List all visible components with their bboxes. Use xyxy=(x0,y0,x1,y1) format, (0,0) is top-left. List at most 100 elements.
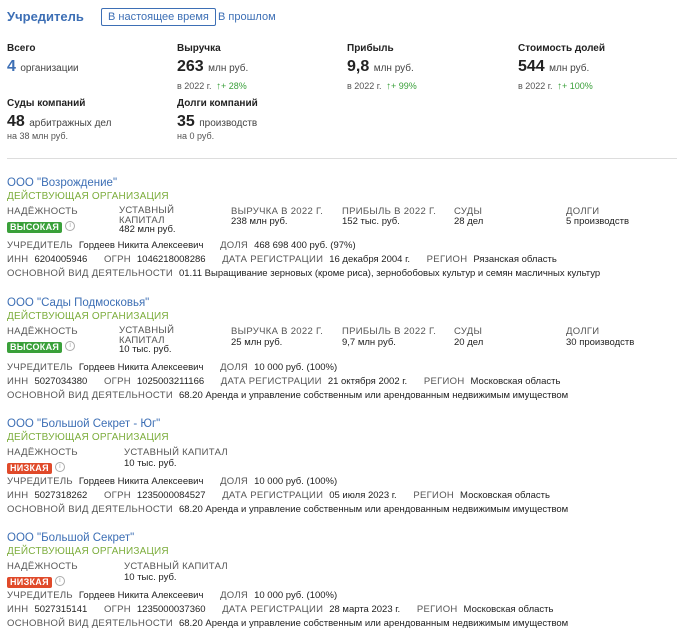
activity-label: ОСНОВНОЙ ВИД ДЕЯТЕЛЬНОСТИ xyxy=(7,268,173,279)
stat-courts: Суды компаний 48 арбитражных дел на 38 м… xyxy=(7,98,111,141)
capital-value: 10 тыс. руб. xyxy=(124,458,177,469)
profit-label: ПРИБЫЛЬ В 2022 Г. xyxy=(342,326,437,337)
stat-courts-label: Суды компаний xyxy=(7,98,86,109)
activity-label: ОСНОВНОЙ ВИД ДЕЯТЕЛЬНОСТИ xyxy=(7,390,173,401)
founder-value[interactable]: Гордеев Никита Алексеевич xyxy=(79,590,204,601)
stat-shares: Стоимость долей 544 млн руб. в 2022 г. ↑… xyxy=(518,43,605,94)
regdate-label: ДАТА РЕГИСТРАЦИИ xyxy=(220,376,322,387)
regdate-value: 28 марта 2023 г. xyxy=(329,604,401,615)
info-icon[interactable]: i xyxy=(54,461,65,472)
stat-debts: Долги компаний 35 производств на 0 руб. xyxy=(177,98,258,141)
stat-total-label: Всего xyxy=(7,43,36,54)
reliability-badge-wrap: ВЫСОКАЯ i xyxy=(7,217,76,235)
capital-value: 10 тыс. руб. xyxy=(124,572,177,583)
capital-label: УСТАВНЫЙ КАПИТАЛ xyxy=(124,561,228,572)
stat-shares-unit: млн руб. xyxy=(549,63,590,74)
courts-value[interactable]: 20 дел xyxy=(454,337,483,348)
activity-value: 68.20 Аренда и управление собственным ил… xyxy=(178,618,569,629)
capital-label: УСТАВНЫЙ КАПИТАЛ xyxy=(119,325,175,346)
reliability-badge: ВЫСОКАЯ xyxy=(7,222,63,233)
tab-current[interactable]: В настоящее время xyxy=(101,8,216,26)
capital-value: 10 тыс. руб. xyxy=(119,344,172,355)
debts-value[interactable]: 30 производств xyxy=(566,337,634,348)
inn-label: ИНН xyxy=(7,254,29,265)
stat-shares-growth: + 100% xyxy=(561,81,593,91)
company-name-link[interactable]: ООО "Возрождение" xyxy=(7,177,117,189)
inn-label: ИНН xyxy=(7,490,29,501)
revenue-label: ВЫРУЧКА В 2022 Г. xyxy=(231,326,324,337)
ogrn-label: ОГРН xyxy=(103,490,131,501)
region-label: РЕГИОН xyxy=(413,490,455,501)
company-status: ДЕЙСТВУЮЩАЯ ОРГАНИЗАЦИЯ xyxy=(7,191,169,202)
founder-value[interactable]: Гордеев Никита Алексеевич xyxy=(79,476,204,487)
activity-value: 68.20 Аренда и управление собственным ил… xyxy=(178,390,569,401)
capital-label: УСТАВНЫЙ КАПИТАЛ xyxy=(119,205,175,226)
stat-debts-unit: производств xyxy=(199,118,258,129)
stat-courts-unit: арбитражных дел xyxy=(29,118,112,129)
ids-row: ИНН 5027315141 ОГРН 1235000037360 ДАТА РЕГ… xyxy=(7,604,567,615)
info-icon[interactable]: i xyxy=(54,575,65,586)
reliability-label: НАДЁЖНОСТЬ xyxy=(7,206,78,217)
inn-label: ИНН xyxy=(7,376,29,387)
debts-value[interactable]: 5 производств xyxy=(566,216,629,227)
share-label: ДОЛЯ xyxy=(220,362,249,373)
founder-value[interactable]: Гордеев Никита Алексеевич xyxy=(79,362,204,373)
info-icon[interactable]: i xyxy=(65,340,76,351)
inn-value: 5027034380 xyxy=(34,376,88,387)
stat-profit-value: 9,8 xyxy=(347,58,370,75)
reliability-badge-wrap: НИЗКАЯ i xyxy=(7,458,65,476)
region-value: Рязанская область xyxy=(473,254,557,265)
region-label: РЕГИОН xyxy=(416,604,458,615)
ogrn-value: 1235000084527 xyxy=(136,490,206,501)
founder-label: УЧРЕДИТЕЛЬ xyxy=(7,476,73,487)
stat-total: Всего 4 организации xyxy=(7,43,79,76)
stat-revenue-unit: млн руб. xyxy=(208,63,249,74)
ids-row: ИНН 6204005946 ОГРН 1046218008286 ДАТА РЕГ… xyxy=(7,254,571,265)
reliability-badge: НИЗКАЯ xyxy=(7,577,52,588)
activity-row: ОСНОВНОЙ ВИД ДЕЯТЕЛЬНОСТИ 01.11 Выращиван… xyxy=(7,268,614,279)
regdate-value: 16 декабря 2004 г. xyxy=(329,254,411,265)
company-name-link[interactable]: ООО "Большой Секрет" xyxy=(7,532,134,544)
stat-debts-label: Долги компаний xyxy=(177,98,258,109)
revenue-value: 25 млн руб. xyxy=(231,337,283,348)
activity-row: ОСНОВНОЙ ВИД ДЕЯТЕЛЬНОСТИ 68.20 Аренда и … xyxy=(7,390,582,401)
company-status: ДЕЙСТВУЮЩАЯ ОРГАНИЗАЦИЯ xyxy=(7,311,169,322)
founder-value[interactable]: Гордеев Никита Алексеевич xyxy=(79,240,204,251)
stat-debts-sub: на 0 руб. xyxy=(177,131,215,141)
ogrn-value: 1235000037360 xyxy=(136,604,206,615)
share-label: ДОЛЯ xyxy=(220,240,249,251)
region-value: Московская область xyxy=(470,376,561,387)
share-label: ДОЛЯ xyxy=(220,590,249,601)
stat-revenue: Выручка 263 млн руб. в 2022 г. ↑+ 28% xyxy=(177,43,248,94)
stat-profit-unit: млн руб. xyxy=(373,63,414,74)
stat-profit-growth: + 99% xyxy=(390,81,417,91)
activity-row: ОСНОВНОЙ ВИД ДЕЯТЕЛЬНОСТИ 68.20 Аренда и … xyxy=(7,504,582,515)
reliability-label: НАДЁЖНОСТЬ xyxy=(7,561,78,572)
reliability-badge-wrap: НИЗКАЯ i xyxy=(7,572,65,590)
stat-revenue-growth: + 28% xyxy=(220,81,247,91)
activity-label: ОСНОВНОЙ ВИД ДЕЯТЕЛЬНОСТИ xyxy=(7,504,173,515)
stat-total-value[interactable]: 4 xyxy=(7,58,16,75)
ogrn-value: 1046218008286 xyxy=(136,254,206,265)
regdate-value: 21 октября 2002 г. xyxy=(327,376,408,387)
info-icon[interactable]: i xyxy=(65,220,76,231)
ogrn-label: ОГРН xyxy=(103,604,131,615)
tab-past[interactable]: В прошлом xyxy=(218,9,276,27)
courts-value[interactable]: 28 дел xyxy=(454,216,483,227)
company-name-link[interactable]: ООО "Большой Секрет - Юг" xyxy=(7,418,160,430)
share-value: 10 000 руб. (100%) xyxy=(254,590,338,601)
founder-label: УЧРЕДИТЕЛЬ xyxy=(7,240,73,251)
reliability-badge: ВЫСОКАЯ xyxy=(7,342,63,353)
regdate-label: ДАТА РЕГИСТРАЦИИ xyxy=(222,604,324,615)
profit-value: 152 тыс. руб. xyxy=(342,216,400,227)
stat-profit-label: Прибыль xyxy=(347,43,394,54)
company-status: ДЕЙСТВУЮЩАЯ ОРГАНИЗАЦИЯ xyxy=(7,546,169,557)
stat-debts-value: 35 xyxy=(177,113,195,130)
region-label: РЕГИОН xyxy=(426,254,468,265)
activity-row: ОСНОВНОЙ ВИД ДЕЯТЕЛЬНОСТИ 68.20 Аренда и … xyxy=(7,618,582,629)
company-status: ДЕЙСТВУЮЩАЯ ОРГАНИЗАЦИЯ xyxy=(7,432,169,443)
ids-row: ИНН 5027318262 ОГРН 1235000084527 ДАТА РЕГ… xyxy=(7,490,564,501)
founder-label: УЧРЕДИТЕЛЬ xyxy=(7,590,73,601)
company-name-link[interactable]: ООО "Сады Подмосковья" xyxy=(7,297,149,309)
founder-row: УЧРЕДИТЕЛЬ Гордеев Никита Алексеевич ДОЛЯ… xyxy=(7,476,351,487)
